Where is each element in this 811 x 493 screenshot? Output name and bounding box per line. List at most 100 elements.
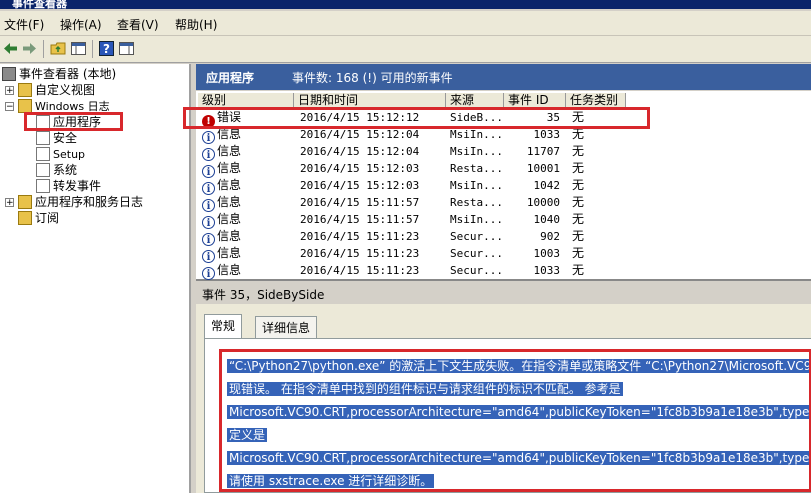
forward-arrow-icon[interactable]	[21, 40, 38, 57]
level-text: 信息	[217, 246, 242, 260]
event-detail-tabs: 常规 详细信息 “C:\Python27\python.exe” 的激活上下文生…	[196, 304, 811, 493]
cell-datetime: 2016/4/15 15:12:04	[300, 145, 420, 158]
menu-help[interactable]: 帮助(H)	[175, 16, 217, 33]
tree-node-root[interactable]: 事件查看器 (本地)	[2, 66, 116, 82]
tree-node-label: Setup	[53, 148, 86, 161]
folder-icon	[18, 195, 32, 209]
table-row[interactable]: i 信息 2016/4/15 15:12:03 Resta... 10001 无	[196, 160, 811, 178]
menu-bar: 文件(F) 操作(A) 查看(V) 帮助(H)	[0, 11, 811, 36]
highlight-annotation	[24, 112, 123, 131]
navigation-tree: 事件查看器 (本地) + 自定义视图 − Windows 日志 应用程序 安全 …	[0, 64, 191, 493]
cell-event-id: 1033	[533, 264, 561, 277]
tree-node-setup[interactable]: Setup	[36, 146, 85, 162]
tree-node-label: 转发事件	[53, 179, 102, 193]
cell-task: 无	[572, 144, 585, 158]
level-text: 信息	[217, 212, 242, 226]
cell-source: Secur...	[450, 264, 503, 277]
svg-text:?: ?	[103, 42, 110, 56]
tree-node-system[interactable]: 系统	[36, 162, 77, 178]
column-header-datetime[interactable]: 日期和时间	[294, 93, 446, 108]
level-text: 信息	[217, 263, 242, 277]
level-text: 信息	[217, 127, 242, 141]
event-list-header: 应用程序 事件数: 168 (!) 可用的新事件	[196, 64, 811, 90]
event-detail-header: 事件 35，SideBySide	[196, 282, 811, 304]
menu-action[interactable]: 操作(A)	[60, 16, 102, 33]
column-header-level[interactable]: 级别	[198, 93, 294, 108]
cell-level: i 信息	[202, 177, 294, 195]
tree-node-forwarded-events[interactable]: 转发事件	[36, 178, 101, 194]
expand-plus-icon[interactable]: +	[5, 86, 14, 96]
cell-task: 无	[572, 178, 585, 192]
folder-icon	[18, 99, 32, 113]
cell-level: i 信息	[202, 211, 294, 229]
level-text: 信息	[217, 161, 242, 175]
tree-node-label: 系统	[53, 163, 78, 177]
cell-event-id: 10001	[526, 162, 560, 175]
log-icon	[36, 179, 50, 193]
tree-node-app-service-logs[interactable]: 应用程序和服务日志	[18, 194, 143, 210]
cell-task: 无	[572, 246, 585, 260]
tree-node-security[interactable]: 安全	[36, 130, 77, 146]
folder-up-icon[interactable]	[50, 40, 67, 57]
table-row[interactable]: i 信息 2016/4/15 15:12:03 MsiIn... 1042 无	[196, 177, 811, 195]
cell-event-id: 1040	[533, 213, 561, 226]
event-detail-title: 事件 35，SideBySide	[202, 288, 325, 302]
highlight-annotation	[183, 107, 650, 129]
help-icon[interactable]: ?	[98, 40, 115, 57]
table-row[interactable]: i 信息 2016/4/15 15:11:57 MsiIn... 1040 无	[196, 211, 811, 229]
expand-plus-icon[interactable]: +	[5, 198, 14, 208]
event-list: 级别 日期和时间 来源 事件 ID 任务类别 ! 错误 2016/4/15 15:1…	[183, 91, 811, 281]
subscription-icon	[18, 211, 32, 225]
table-row[interactable]: i 信息 2016/4/15 15:11:23 Secur... 902 无	[196, 228, 811, 246]
log-title: 应用程序	[206, 71, 255, 85]
level-text: 信息	[217, 229, 242, 243]
folder-icon	[18, 83, 32, 97]
cell-source: MsiIn...	[450, 179, 503, 192]
table-row[interactable]: i 信息 2016/4/15 15:11:23 Secur... 1033 无	[196, 262, 811, 280]
cell-datetime: 2016/4/15 15:11:23	[300, 247, 420, 260]
cell-source: Resta...	[450, 196, 503, 209]
general-tab-panel: “C:\Python27\python.exe” 的激活上下文生成失败。在指令清…	[204, 338, 811, 493]
level-text: 信息	[217, 195, 242, 209]
menu-view[interactable]: 查看(V)	[117, 16, 159, 33]
level-text: 信息	[217, 144, 242, 158]
cell-event-id: 11707	[526, 145, 560, 158]
tree-node-custom-views[interactable]: 自定义视图	[18, 82, 95, 98]
cell-datetime: 2016/4/15 15:12:03	[300, 179, 420, 192]
tree-node-label: 应用程序和服务日志	[35, 195, 144, 209]
cell-level: i 信息	[202, 160, 294, 178]
tab-general[interactable]: 常规	[204, 314, 243, 339]
collapse-minus-icon[interactable]: −	[5, 102, 14, 112]
table-row[interactable]: i 信息 2016/4/15 15:12:04 MsiIn... 11707 无	[196, 143, 811, 161]
cell-source: Resta...	[450, 162, 503, 175]
tree-node-subscriptions[interactable]: 订阅	[18, 210, 59, 226]
menu-file[interactable]: 文件(F)	[4, 16, 44, 33]
cell-source: Secur...	[450, 230, 503, 243]
tree-node-label: 自定义视图	[35, 83, 96, 97]
table-row[interactable]: i 信息 2016/4/15 15:11:57 Resta... 10000 无	[196, 194, 811, 212]
cell-datetime: 2016/4/15 15:12:03	[300, 162, 420, 175]
cell-level: i 信息	[202, 245, 294, 263]
cell-source: MsiIn...	[450, 145, 503, 158]
column-header-event-id[interactable]: 事件 ID	[504, 93, 566, 108]
cell-level: i 信息	[202, 143, 294, 161]
cell-task: 无	[572, 212, 585, 226]
column-header-task[interactable]: 任务类别	[566, 93, 626, 108]
show-hide-action-pane-icon[interactable]	[118, 40, 135, 57]
cell-task: 无	[572, 195, 585, 209]
event-viewer-icon	[2, 67, 16, 81]
info-icon: i	[202, 267, 215, 280]
cell-datetime: 2016/4/15 15:11:23	[300, 264, 420, 277]
toolbar: ?	[0, 36, 811, 63]
cell-event-id: 1042	[533, 179, 561, 192]
cell-level: i 信息	[202, 194, 294, 212]
event-count: 事件数: 168 (!) 可用的新事件	[292, 71, 453, 85]
tab-details[interactable]: 详细信息	[255, 316, 318, 338]
column-header-source[interactable]: 来源	[446, 93, 504, 108]
toolbar-separator	[43, 40, 44, 58]
log-icon	[36, 163, 50, 177]
log-icon	[36, 131, 50, 145]
table-row[interactable]: i 信息 2016/4/15 15:11:23 Secur... 1003 无	[196, 245, 811, 263]
show-hide-tree-icon[interactable]	[70, 40, 87, 57]
back-arrow-icon[interactable]	[2, 40, 19, 57]
